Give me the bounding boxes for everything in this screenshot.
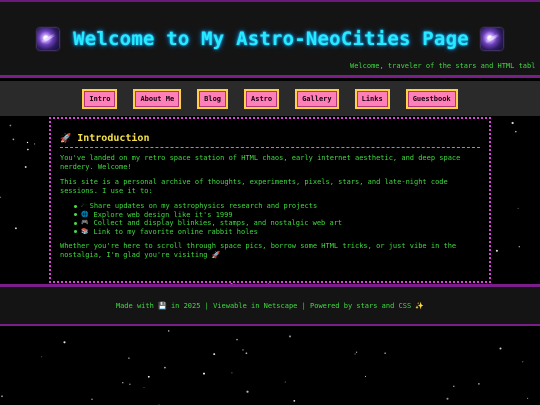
- star: [356, 351, 358, 353]
- star: [499, 347, 502, 350]
- list-item-text: Explore web design like it's 1999: [93, 210, 233, 219]
- heading-divider: [60, 147, 480, 148]
- list-item-text: Link to my favorite online rabbit holes: [93, 227, 258, 236]
- nav-button-astro[interactable]: Astro: [244, 88, 280, 109]
- star: [288, 335, 292, 338]
- galaxy-icon: [37, 28, 60, 50]
- star: [203, 372, 205, 375]
- page-title: Welcome to My Astro-NeoCities Page: [73, 28, 469, 50]
- comet-icon: ☄: [81, 202, 85, 209]
- star: [284, 381, 286, 383]
- star: [231, 372, 233, 374]
- nav-button-blog[interactable]: Blog: [197, 88, 229, 109]
- star: [236, 338, 238, 341]
- star: [63, 341, 66, 344]
- list-item: 🎮 Collect and display blinkies, stamps, a…: [74, 219, 480, 228]
- star: [293, 399, 296, 402]
- star: [91, 398, 93, 400]
- nav-button-gallery[interactable]: Gallery: [295, 88, 339, 109]
- site-header: Welcome to My Astro-NeoCities Page Welco…: [0, 0, 540, 78]
- star: [12, 138, 15, 141]
- list-item: 🌐 Explore web design like it's 1999: [74, 211, 480, 220]
- star: [129, 383, 131, 385]
- gamepad-icon: 🎮: [81, 219, 89, 226]
- star: [453, 385, 455, 388]
- nav-bar: Intro About Me Blog Astro Gallery Links …: [0, 81, 540, 116]
- star: [1, 395, 3, 398]
- star: [26, 141, 29, 144]
- intro-paragraph-3: Whether you're here to scroll through sp…: [60, 242, 457, 259]
- books-icon: 📚: [81, 227, 89, 235]
- bullet-icon: [74, 221, 77, 225]
- star: [147, 375, 150, 378]
- star: [27, 148, 29, 151]
- nav-button-intro[interactable]: Intro: [82, 88, 118, 109]
- welcome-marquee: Welcome, traveler of the stars and HTML …: [350, 62, 536, 70]
- star: [34, 143, 36, 145]
- star: [517, 207, 519, 209]
- star: [518, 246, 520, 248]
- bullet-icon: [74, 213, 77, 217]
- rocket-icon: 🚀: [60, 133, 72, 144]
- site-footer: Made with 💾 in 2025 | Viewable in Netsca…: [0, 284, 540, 326]
- star: [478, 383, 480, 385]
- star: [446, 397, 449, 400]
- nav-button-links[interactable]: Links: [354, 88, 390, 109]
- star: [515, 130, 517, 133]
- list-item: 📚 Link to my favorite online rabbit holes: [74, 228, 480, 237]
- bullet-icon: [74, 230, 77, 234]
- star: [167, 330, 170, 332]
- star: [9, 124, 12, 127]
- star: [245, 352, 248, 355]
- section-heading: 🚀 Introduction: [60, 133, 480, 144]
- star: [41, 356, 43, 358]
- purpose-list: ☄ Share updates on my astrophysics resear…: [60, 202, 480, 236]
- intro-paragraph-2: This site is a personal archive of thoug…: [60, 178, 448, 195]
- nav-button-guestbook[interactable]: Guestbook: [405, 88, 458, 109]
- galaxy-icon: [480, 28, 503, 50]
- star: [354, 353, 356, 355]
- bullet-icon: [74, 204, 77, 208]
- star: [122, 382, 124, 384]
- section-heading-text: Introduction: [77, 133, 150, 144]
- star: [522, 361, 524, 363]
- star: [511, 121, 514, 125]
- star: [128, 357, 130, 359]
- star: [384, 352, 386, 354]
- star: [364, 375, 367, 377]
- globe-icon: 🌐: [81, 210, 89, 218]
- star: [495, 249, 498, 252]
- star: [0, 196, 1, 199]
- list-item-text: Share updates on my astrophysics researc…: [89, 202, 318, 210]
- list-item: ☄ Share updates on my astrophysics resear…: [74, 202, 480, 211]
- star: [164, 366, 166, 369]
- star: [213, 353, 216, 356]
- star: [526, 397, 529, 400]
- footer-text: Made with 💾 in 2025 | Viewable in Netsca…: [115, 301, 425, 310]
- star: [24, 166, 27, 168]
- nav-button-about-me[interactable]: About Me: [133, 88, 182, 109]
- star: [246, 390, 249, 393]
- intro-paragraph-1: You've landed on my retro space station …: [60, 154, 461, 171]
- intro-section: 🚀 Introduction You've landed on my retro…: [49, 117, 491, 283]
- star: [14, 227, 17, 230]
- star: [242, 349, 244, 351]
- star: [143, 386, 145, 388]
- list-item-text: Collect and display blinkies, stamps, an…: [93, 219, 343, 227]
